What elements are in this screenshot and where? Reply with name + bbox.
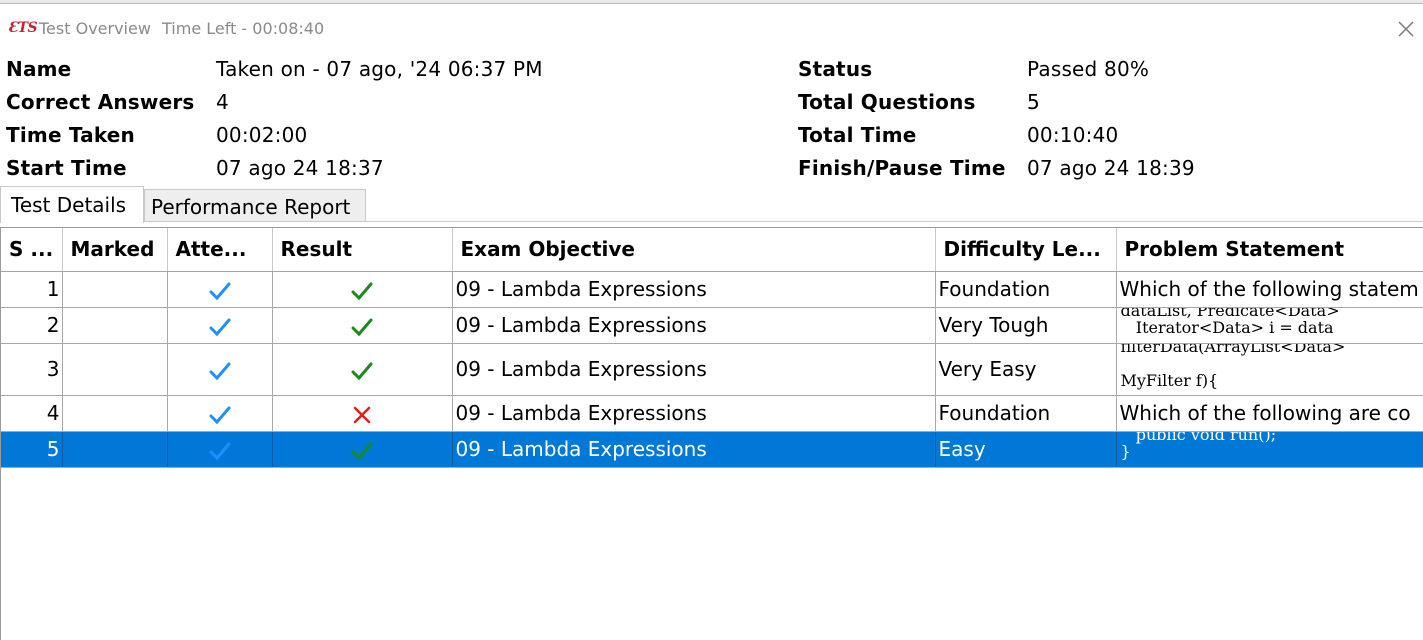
difficulty-cell: Very Tough: [935, 307, 1117, 344]
column-header-serial[interactable]: S ...: [1, 228, 63, 272]
table-row[interactable]: 1 09 - Lambda Expressions Foundation Which …: [1, 271, 1423, 308]
title-bar: ƐTS Test Overview Time Left - 00:08:40: [0, 5, 1423, 47]
time-taken-label: Time Taken: [6, 123, 135, 147]
result-cell: [272, 431, 453, 468]
table-header-row: S ... Marked Atte... Result Exam Objecti…: [1, 228, 1423, 272]
table-row[interactable]: 4 09 - Lambda Expressions Foundation Which …: [1, 395, 1423, 432]
problem-statement-cell: Which of the following statem: [1116, 271, 1423, 308]
serial-cell: 4: [1, 395, 63, 432]
result-cell: [272, 395, 453, 432]
problem-statement-cell: Which of the following are co: [1116, 395, 1423, 432]
marked-cell: [62, 307, 168, 344]
test-details-table: S ... Marked Atte... Result Exam Objecti…: [0, 227, 1423, 640]
total-questions-label: Total Questions: [798, 90, 976, 114]
attempted-check-icon: [209, 442, 230, 460]
table-row[interactable]: 2 09 - Lambda Expressions Very Tough dataLi…: [1, 307, 1423, 344]
column-header-problem-statement[interactable]: Problem Statement: [1116, 228, 1423, 272]
correct-check-icon: [351, 318, 373, 336]
problem-statement-cell: public void run(); }: [1116, 431, 1423, 468]
difficulty-cell: Easy: [935, 431, 1117, 468]
marked-cell: [62, 395, 168, 432]
column-header-result[interactable]: Result: [272, 228, 453, 272]
time-taken-value: 00:02:00: [216, 123, 308, 147]
serial-cell: 3: [1, 343, 63, 396]
difficulty-cell: Very Easy: [935, 343, 1117, 396]
problem-statement-cell: filterData(ArrayList<Data> MyFilter f){: [1116, 343, 1423, 396]
exam-objective-cell: 09 - Lambda Expressions: [452, 343, 936, 396]
attempted-cell: [167, 343, 273, 396]
name-value: Taken on - 07 ago, '24 06:37 PM: [216, 57, 543, 81]
finish-pause-time-label: Finish/Pause Time: [798, 156, 1006, 180]
correct-check-icon: [351, 442, 373, 460]
problem-statement-cell: dataList, Predicate<Data> Iterator<Data>…: [1116, 307, 1423, 344]
attempted-cell: [167, 307, 273, 344]
problem-statement-text: dataList, Predicate<Data> Iterator<Data>…: [1120, 307, 1340, 337]
name-label: Name: [6, 57, 72, 81]
time-left-label: Time Left - 00:08:40: [162, 19, 325, 38]
marked-cell: [62, 343, 168, 396]
exam-objective-cell: 09 - Lambda Expressions: [452, 395, 936, 432]
table-row[interactable]: 3 09 - Lambda Expressions Very Easy filterD…: [1, 343, 1423, 396]
finish-pause-time-value: 07 ago 24 18:39: [1027, 156, 1195, 180]
status-value: Passed 80%: [1027, 57, 1150, 81]
serial-cell: 5: [1, 431, 63, 468]
total-time-label: Total Time: [798, 123, 917, 147]
close-icon[interactable]: [1396, 19, 1416, 39]
attempted-check-icon: [209, 318, 230, 336]
total-time-value: 00:10:40: [1027, 123, 1119, 147]
table-row[interactable]: 5 09 - Lambda Expressions Easy public void…: [1, 431, 1423, 468]
result-cell: [272, 271, 453, 308]
attempted-check-icon: [209, 362, 230, 380]
column-header-attempted[interactable]: Atte...: [167, 228, 273, 272]
difficulty-cell: Foundation: [935, 271, 1117, 308]
marked-cell: [62, 271, 168, 308]
exam-objective-cell: 09 - Lambda Expressions: [452, 307, 936, 344]
attempted-cell: [167, 395, 273, 432]
attempted-check-icon: [209, 406, 230, 424]
attempted-check-icon: [209, 282, 230, 300]
total-questions-value: 5: [1027, 90, 1040, 114]
incorrect-cross-icon: [353, 406, 371, 423]
problem-statement-text: public void run(); }: [1120, 431, 1277, 461]
start-time-value: 07 ago 24 18:37: [216, 156, 384, 180]
correct-answers-label: Correct Answers: [6, 90, 195, 114]
marked-cell: [62, 431, 168, 468]
result-cell: [272, 343, 453, 396]
problem-statement-text: filterData(ArrayList<Data> MyFilter f){: [1120, 343, 1346, 390]
difficulty-cell: Foundation: [935, 395, 1117, 432]
correct-check-icon: [351, 282, 373, 300]
start-time-label: Start Time: [6, 156, 127, 180]
app-logo-icon: ƐTS: [8, 20, 38, 36]
exam-objective-cell: 09 - Lambda Expressions: [452, 271, 936, 308]
serial-cell: 2: [1, 307, 63, 344]
column-header-marked[interactable]: Marked: [62, 228, 168, 272]
window-top-border: [0, 0, 1423, 4]
correct-answers-value: 4: [216, 90, 229, 114]
result-cell: [272, 307, 453, 344]
attempted-cell: [167, 271, 273, 308]
tab-test-details[interactable]: Test Details: [0, 186, 144, 223]
column-header-difficulty[interactable]: Difficulty Le...: [935, 228, 1117, 272]
serial-cell: 1: [1, 271, 63, 308]
correct-check-icon: [351, 362, 373, 380]
attempted-cell: [167, 431, 273, 468]
column-header-exam-objective[interactable]: Exam Objective: [452, 228, 936, 272]
window-title: Test Overview: [39, 19, 151, 38]
status-label: Status: [798, 57, 873, 81]
tab-performance-report[interactable]: Performance Report: [144, 189, 366, 222]
exam-objective-cell: 09 - Lambda Expressions: [452, 431, 936, 468]
